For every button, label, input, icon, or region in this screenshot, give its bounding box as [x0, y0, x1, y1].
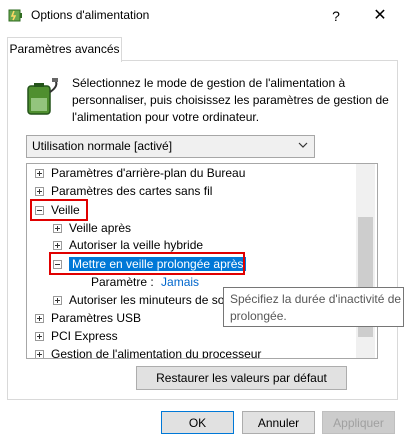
description-text: Sélectionnez le mode de gestion de l'ali…: [72, 76, 389, 124]
help-button[interactable]: ?: [323, 4, 349, 28]
tree-item-label: Paramètres des cartes sans fil: [51, 184, 213, 198]
ok-button[interactable]: OK: [161, 411, 234, 434]
tree-item-label: PCI Express: [51, 329, 118, 343]
restore-defaults-button[interactable]: Restaurer les valeurs par défaut: [136, 366, 347, 390]
tree-item-sleep-after[interactable]: Veille après: [53, 219, 131, 237]
battery-icon: [27, 78, 58, 115]
tab-advanced-settings[interactable]: Paramètres avancés: [7, 37, 122, 62]
tree-item-label: Veille après: [69, 221, 132, 235]
tooltip: Spécifiez la durée d'inactivité de l' pr…: [223, 287, 404, 327]
tree-item-setting-value[interactable]: Paramètre : Jamais: [91, 273, 199, 291]
title-bar: Options d'alimentation ? ✕: [0, 0, 404, 32]
tree-item-desktop-background[interactable]: Paramètres d'arrière-plan du Bureau: [35, 164, 245, 182]
tree-item-label: Gestion de l'alimentation du processeur: [51, 347, 262, 359]
power-plan-dropdown[interactable]: Utilisation normale [activé]: [26, 135, 315, 158]
chevron-down-icon: [298, 142, 308, 148]
expand-icon[interactable]: [35, 350, 44, 358]
highlight-box-hibernate: [49, 252, 245, 275]
tree-item-label: Paramètres USB: [51, 311, 142, 325]
tree-item-processor[interactable]: Gestion de l'alimentation du processeur: [35, 345, 262, 359]
tree-item-usb[interactable]: Paramètres USB: [35, 309, 141, 327]
expand-icon[interactable]: [35, 169, 44, 178]
close-button[interactable]: ✕: [367, 4, 393, 28]
tree-item-wake-timers[interactable]: Autoriser les minuteurs de so: [53, 291, 224, 309]
expand-icon[interactable]: [35, 187, 44, 196]
tree-item-label: Autoriser la veille hybride: [69, 238, 204, 252]
settings-tree[interactable]: Paramètres d'arrière-plan du Bureau Para…: [26, 163, 378, 359]
cancel-button[interactable]: Annuler: [242, 411, 315, 434]
expand-icon[interactable]: [53, 224, 62, 233]
expand-icon[interactable]: [35, 314, 44, 323]
setting-label: Paramètre :: [91, 275, 154, 289]
tree-item-wireless[interactable]: Paramètres des cartes sans fil: [35, 182, 212, 200]
tree-item-label: Autoriser les minuteurs de so: [69, 293, 225, 307]
expand-icon[interactable]: [53, 241, 62, 250]
tooltip-line-2: prolongée.: [230, 309, 287, 323]
expand-icon[interactable]: [53, 296, 62, 305]
window-title: Options d'alimentation: [31, 8, 150, 22]
highlight-box-sleep: [30, 199, 88, 221]
dropdown-selected-value: Utilisation normale [activé]: [32, 139, 173, 153]
tooltip-line-1: Spécifiez la durée d'inactivité de l': [230, 292, 404, 306]
apply-button[interactable]: Appliquer: [322, 411, 395, 434]
setting-value-link[interactable]: Jamais: [161, 275, 199, 289]
power-options-icon: [8, 9, 22, 22]
tree-item-label: Paramètres d'arrière-plan du Bureau: [51, 166, 246, 180]
tree-item-pci-express[interactable]: PCI Express: [35, 327, 118, 345]
expand-icon[interactable]: [35, 332, 44, 341]
